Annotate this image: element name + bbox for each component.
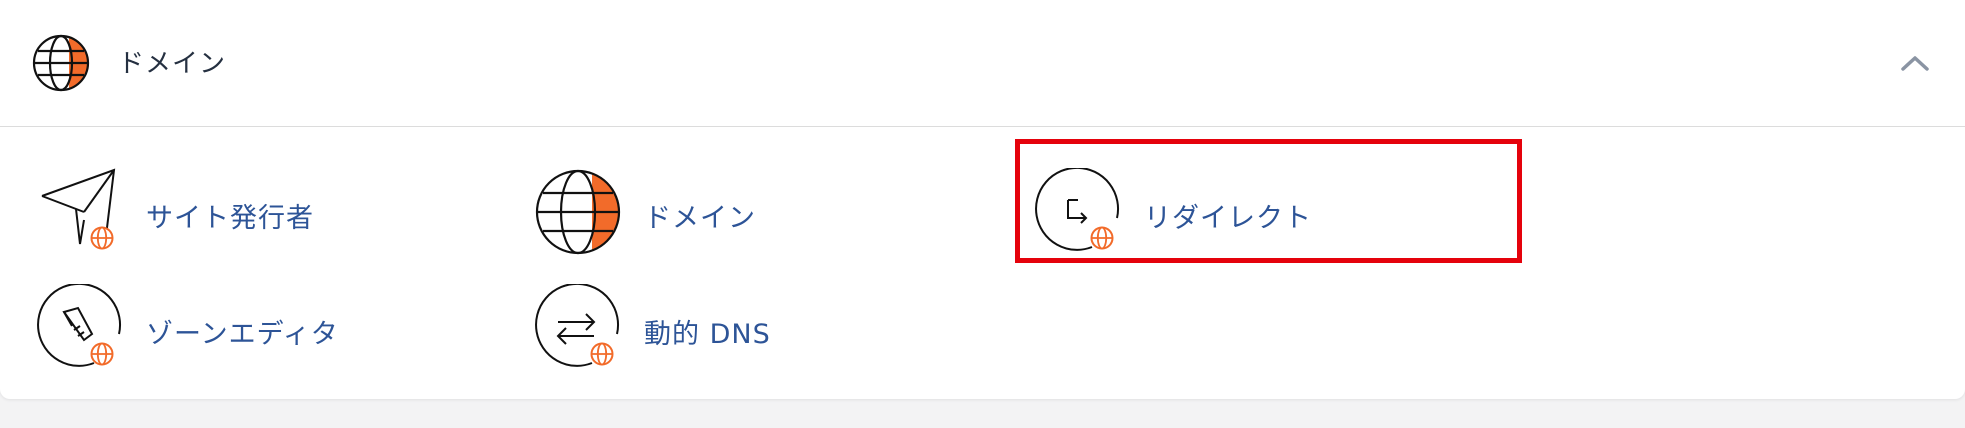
chevron-up-icon[interactable] xyxy=(1898,52,1932,74)
zone-editor-link[interactable]: ゾーンエディタ xyxy=(36,276,476,372)
site-publisher-label: サイト発行者 xyxy=(146,203,314,234)
zone-editor-label: ゾーンエディタ xyxy=(146,319,339,350)
zone-editor-icon xyxy=(37,284,122,367)
dynamic-dns-icon xyxy=(535,284,620,367)
domains-link[interactable]: ドメイン xyxy=(534,160,974,256)
domains-label: ドメイン xyxy=(644,203,756,234)
redirects-highlight-box xyxy=(1015,139,1522,263)
dynamic-dns-link[interactable]: 動的 DNS xyxy=(534,276,974,372)
domains-panel: ドメイン サイト発行者 ドメイン リダイレクト ゾーンエディタ 動的 DNS xyxy=(0,0,1965,399)
site-publisher-link[interactable]: サイト発行者 xyxy=(36,160,476,256)
globe-icon xyxy=(32,34,90,92)
domains-globe-icon xyxy=(535,169,621,255)
domains-section-header[interactable]: ドメイン xyxy=(0,0,1965,127)
site-publisher-icon xyxy=(41,168,116,250)
section-title: ドメイン xyxy=(118,49,227,79)
dynamic-dns-label: 動的 DNS xyxy=(644,319,771,350)
